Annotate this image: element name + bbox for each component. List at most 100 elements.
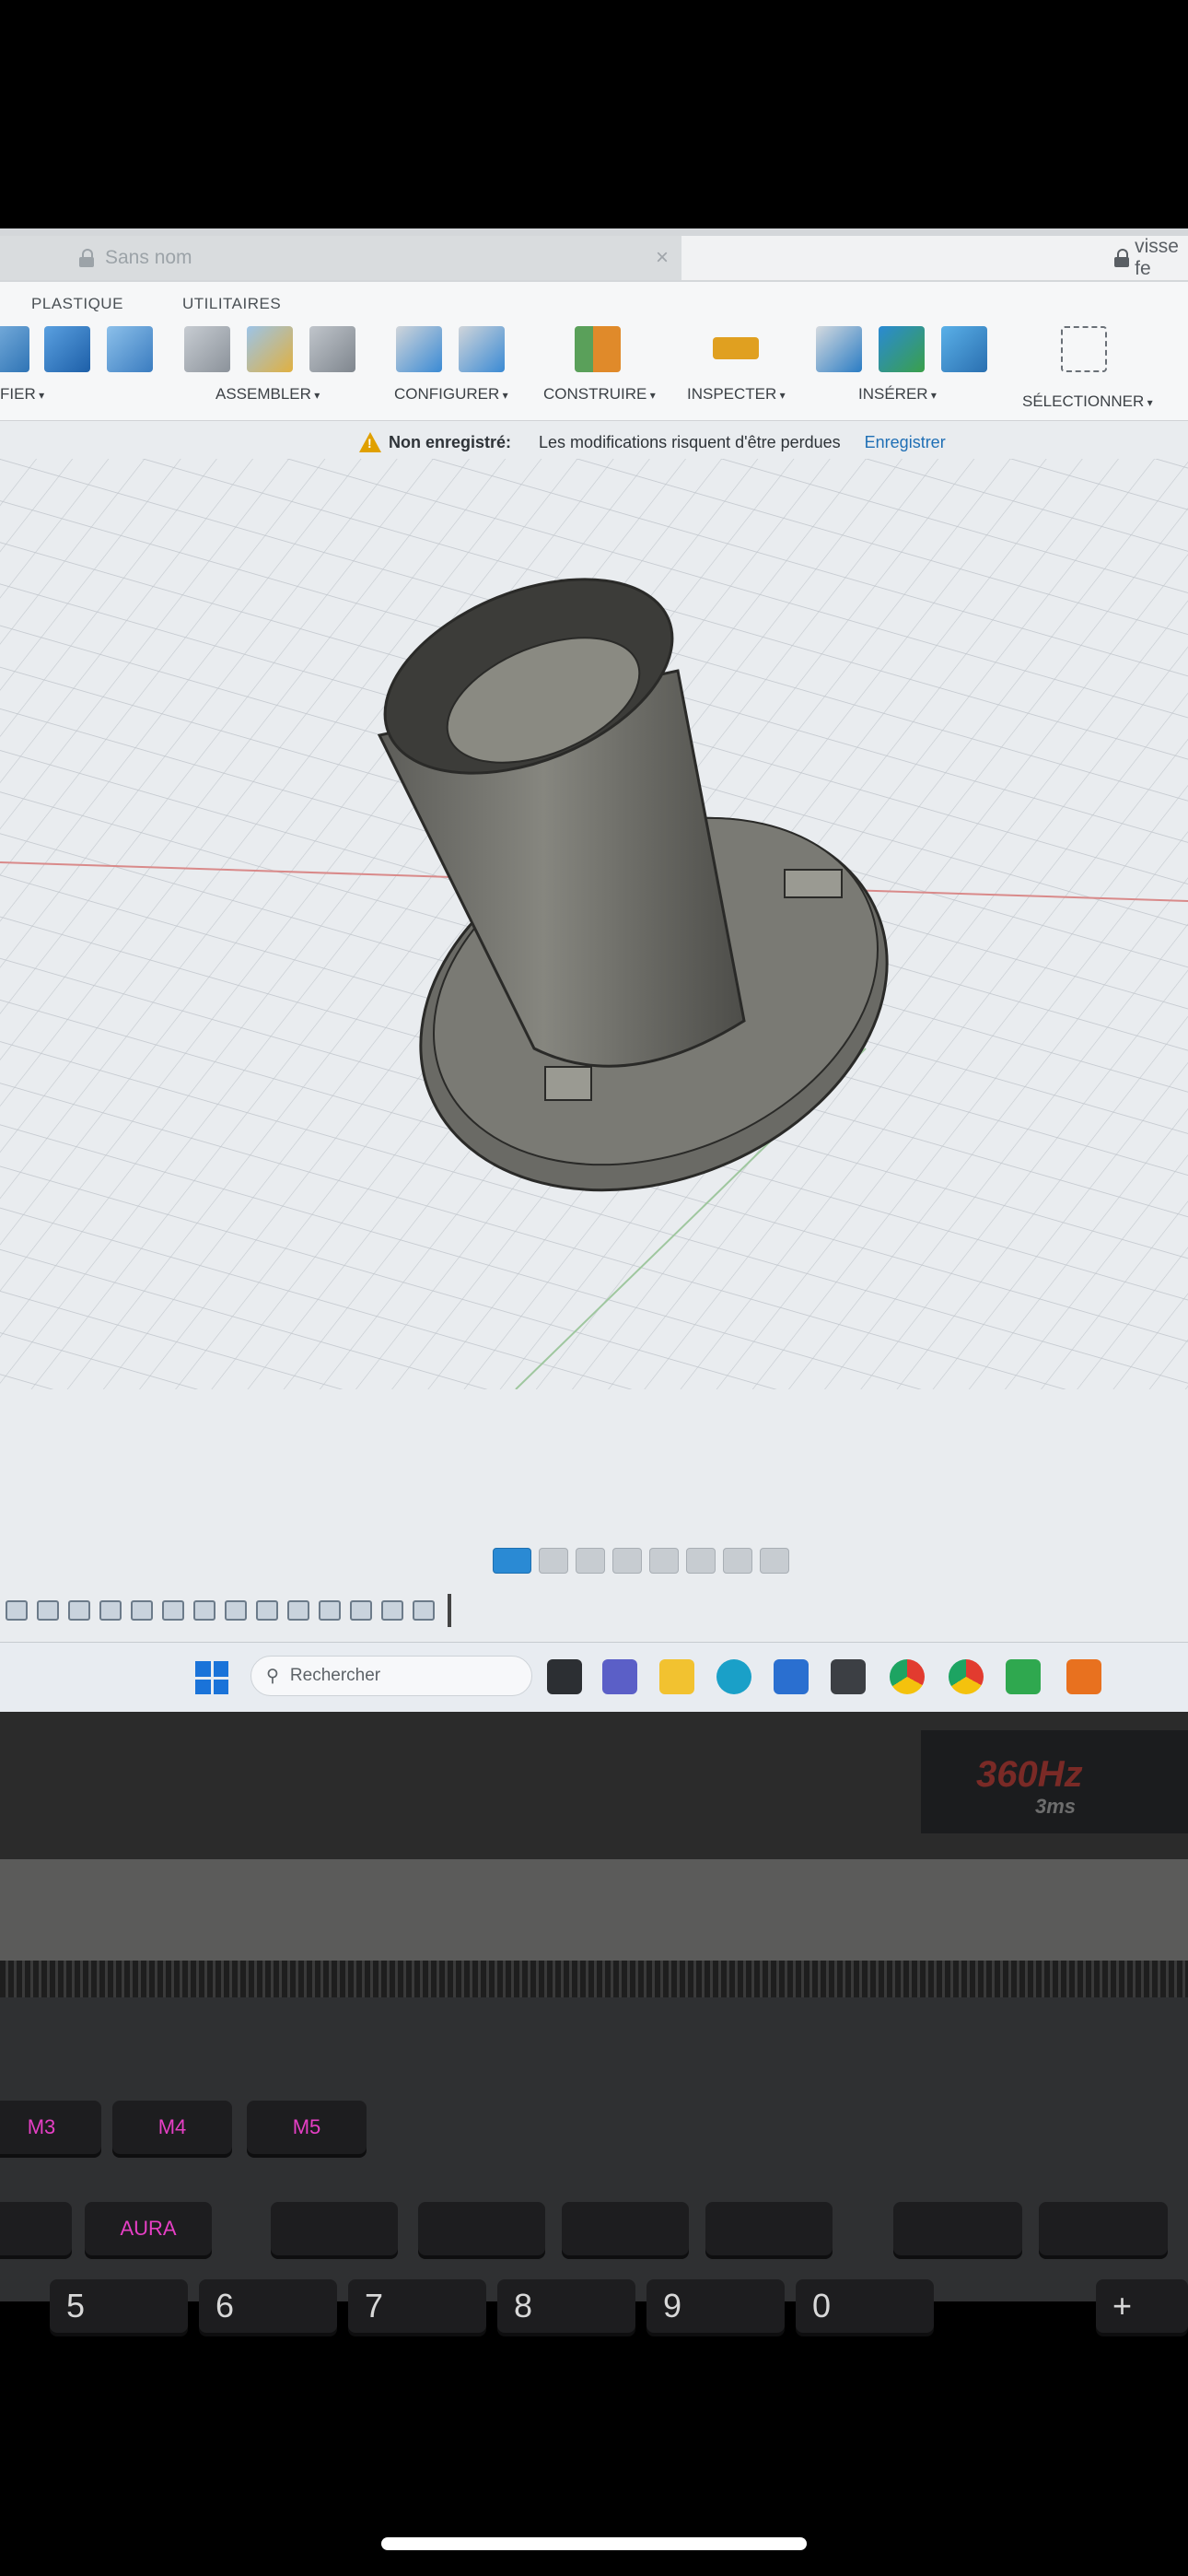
key-aura: AURA — [85, 2202, 212, 2255]
file-explorer-icon[interactable] — [547, 1659, 582, 1694]
badge-refresh: 360Hz — [976, 1754, 1083, 1795]
document-tab-bar: Sans nom × visse fe — [0, 228, 1188, 284]
as-built-joint-icon — [247, 326, 293, 372]
press-pull-icon — [44, 326, 90, 372]
windows-taskbar: ⚲ Rechercher — [0, 1642, 1188, 1712]
timeline-feature-icon[interactable] — [193, 1600, 215, 1621]
fit-icon[interactable] — [649, 1548, 679, 1574]
timeline-feature-icon[interactable] — [319, 1600, 341, 1621]
group-label: CONSTRUIRE — [543, 385, 656, 404]
insert-icon — [879, 326, 925, 372]
insert-image-icon — [941, 326, 987, 372]
group-selectionner[interactable]: SÉLECTIONNER — [1020, 326, 1188, 415]
key-f10 — [1039, 2202, 1168, 2255]
refresh-rate-badge: 360Hz 3ms — [921, 1730, 1188, 1833]
store-icon[interactable] — [774, 1659, 809, 1694]
timeline-feature-icon[interactable] — [6, 1600, 28, 1621]
laptop-screen: Sans nom × visse fe PLASTIQUE UTILITAIRE… — [0, 228, 1188, 1712]
search-placeholder: Rechercher — [289, 1666, 381, 1685]
save-link[interactable]: Enregistrer — [865, 433, 946, 452]
app-icon[interactable] — [831, 1659, 866, 1694]
measure-icon — [713, 337, 759, 359]
laptop-hinge — [0, 1859, 1188, 1961]
key-0: 0 — [796, 2279, 934, 2333]
look-at-icon[interactable] — [539, 1548, 568, 1574]
key-f6 — [418, 2202, 545, 2255]
grid-settings-icon[interactable] — [723, 1548, 752, 1574]
timeline-feature-icon[interactable] — [37, 1600, 59, 1621]
key-f5 — [271, 2202, 398, 2255]
timeline-feature-icon[interactable] — [131, 1600, 153, 1621]
timeline-feature-icon[interactable] — [225, 1600, 247, 1621]
timeline-feature-icon[interactable] — [68, 1600, 90, 1621]
timeline-feature-icon[interactable] — [99, 1600, 122, 1621]
key-plus: + — [1096, 2279, 1188, 2333]
search-icon: ⚲ — [266, 1666, 279, 1686]
key-f8 — [705, 2202, 833, 2255]
home-indicator[interactable] — [381, 2537, 807, 2550]
notice-label: Non enregistré: — [389, 432, 512, 451]
key-m5: M5 — [247, 2101, 367, 2154]
badge-response: 3ms — [1035, 1795, 1077, 1818]
viewports-icon[interactable] — [760, 1548, 789, 1574]
pan-icon[interactable] — [576, 1548, 605, 1574]
tab-plastique[interactable]: PLASTIQUE — [31, 295, 123, 313]
group-inserer[interactable]: INSÉRER — [816, 326, 991, 415]
teams-icon[interactable] — [602, 1659, 637, 1694]
windows-start-icon[interactable] — [195, 1661, 228, 1694]
key-7: 7 — [348, 2279, 486, 2333]
speaker-grille — [0, 1961, 1188, 1997]
3d-viewport[interactable] — [0, 459, 1188, 1389]
motion-link-icon — [309, 326, 355, 372]
folder-icon[interactable] — [659, 1659, 694, 1694]
orbit-icon[interactable] — [493, 1548, 531, 1574]
timeline-feature-icon[interactable] — [256, 1600, 278, 1621]
taskbar-search[interactable]: ⚲ Rechercher — [250, 1656, 532, 1696]
toolbar-ribbon: PLASTIQUE UTILITAIRES FIER ASSEMBLER CON… — [0, 282, 1188, 421]
configure-table-icon — [459, 326, 505, 372]
timeline-feature-icon[interactable] — [413, 1600, 435, 1621]
fillet-icon — [107, 326, 153, 372]
timeline-feature-icon[interactable] — [162, 1600, 184, 1621]
notice-message: Les modifications risquent d'être perdue… — [539, 432, 841, 451]
timeline-feature-icon[interactable] — [350, 1600, 372, 1621]
group-label: FIER — [0, 385, 44, 404]
group-assembler[interactable]: ASSEMBLER — [184, 326, 368, 415]
tab-utilitaires[interactable]: UTILITAIRES — [182, 295, 281, 313]
key-f7 — [562, 2202, 689, 2255]
display-settings-icon[interactable] — [686, 1548, 716, 1574]
joint-icon — [184, 326, 230, 372]
plane-icon — [575, 326, 621, 372]
group-inspecter[interactable]: INSPECTER — [687, 326, 798, 415]
key-6: 6 — [199, 2279, 337, 2333]
key-f3 — [0, 2202, 72, 2255]
close-icon[interactable]: × — [656, 245, 669, 271]
fusion-icon[interactable] — [1066, 1659, 1101, 1694]
select-icon — [1061, 326, 1107, 372]
key-8: 8 — [497, 2279, 635, 2333]
timeline-feature-icon[interactable] — [381, 1600, 403, 1621]
timeline-marker[interactable] — [448, 1594, 451, 1627]
modify-icon — [0, 326, 29, 372]
zoom-icon[interactable] — [612, 1548, 642, 1574]
group-configurer[interactable]: CONFIGURER — [392, 326, 521, 415]
keyboard-deck: M3 M4 M5 AURA 5 6 7 8 9 0 + — [0, 1997, 1188, 2333]
lock-icon — [1114, 249, 1130, 267]
group-label: CONFIGURER — [394, 385, 508, 404]
lock-icon — [79, 249, 94, 267]
timeline-feature-icon[interactable] — [287, 1600, 309, 1621]
app-green-icon[interactable] — [1006, 1659, 1041, 1694]
chrome-icon[interactable] — [890, 1659, 925, 1694]
key-m4: M4 — [112, 2101, 232, 2154]
document-tab-sans-nom[interactable]: Sans nom × — [0, 236, 681, 280]
group-modify[interactable]: FIER — [0, 326, 184, 415]
configure-icon — [396, 326, 442, 372]
tab-title: visse fe — [1135, 236, 1179, 279]
group-construire[interactable]: CONSTRUIRE — [543, 326, 654, 415]
key-9: 9 — [646, 2279, 785, 2333]
edge-icon[interactable] — [716, 1659, 751, 1694]
group-label: SÉLECTIONNER — [1022, 392, 1153, 411]
document-tab-visse[interactable]: visse fe — [681, 236, 1188, 280]
navigation-bar — [493, 1544, 789, 1577]
chrome-icon[interactable] — [949, 1659, 984, 1694]
